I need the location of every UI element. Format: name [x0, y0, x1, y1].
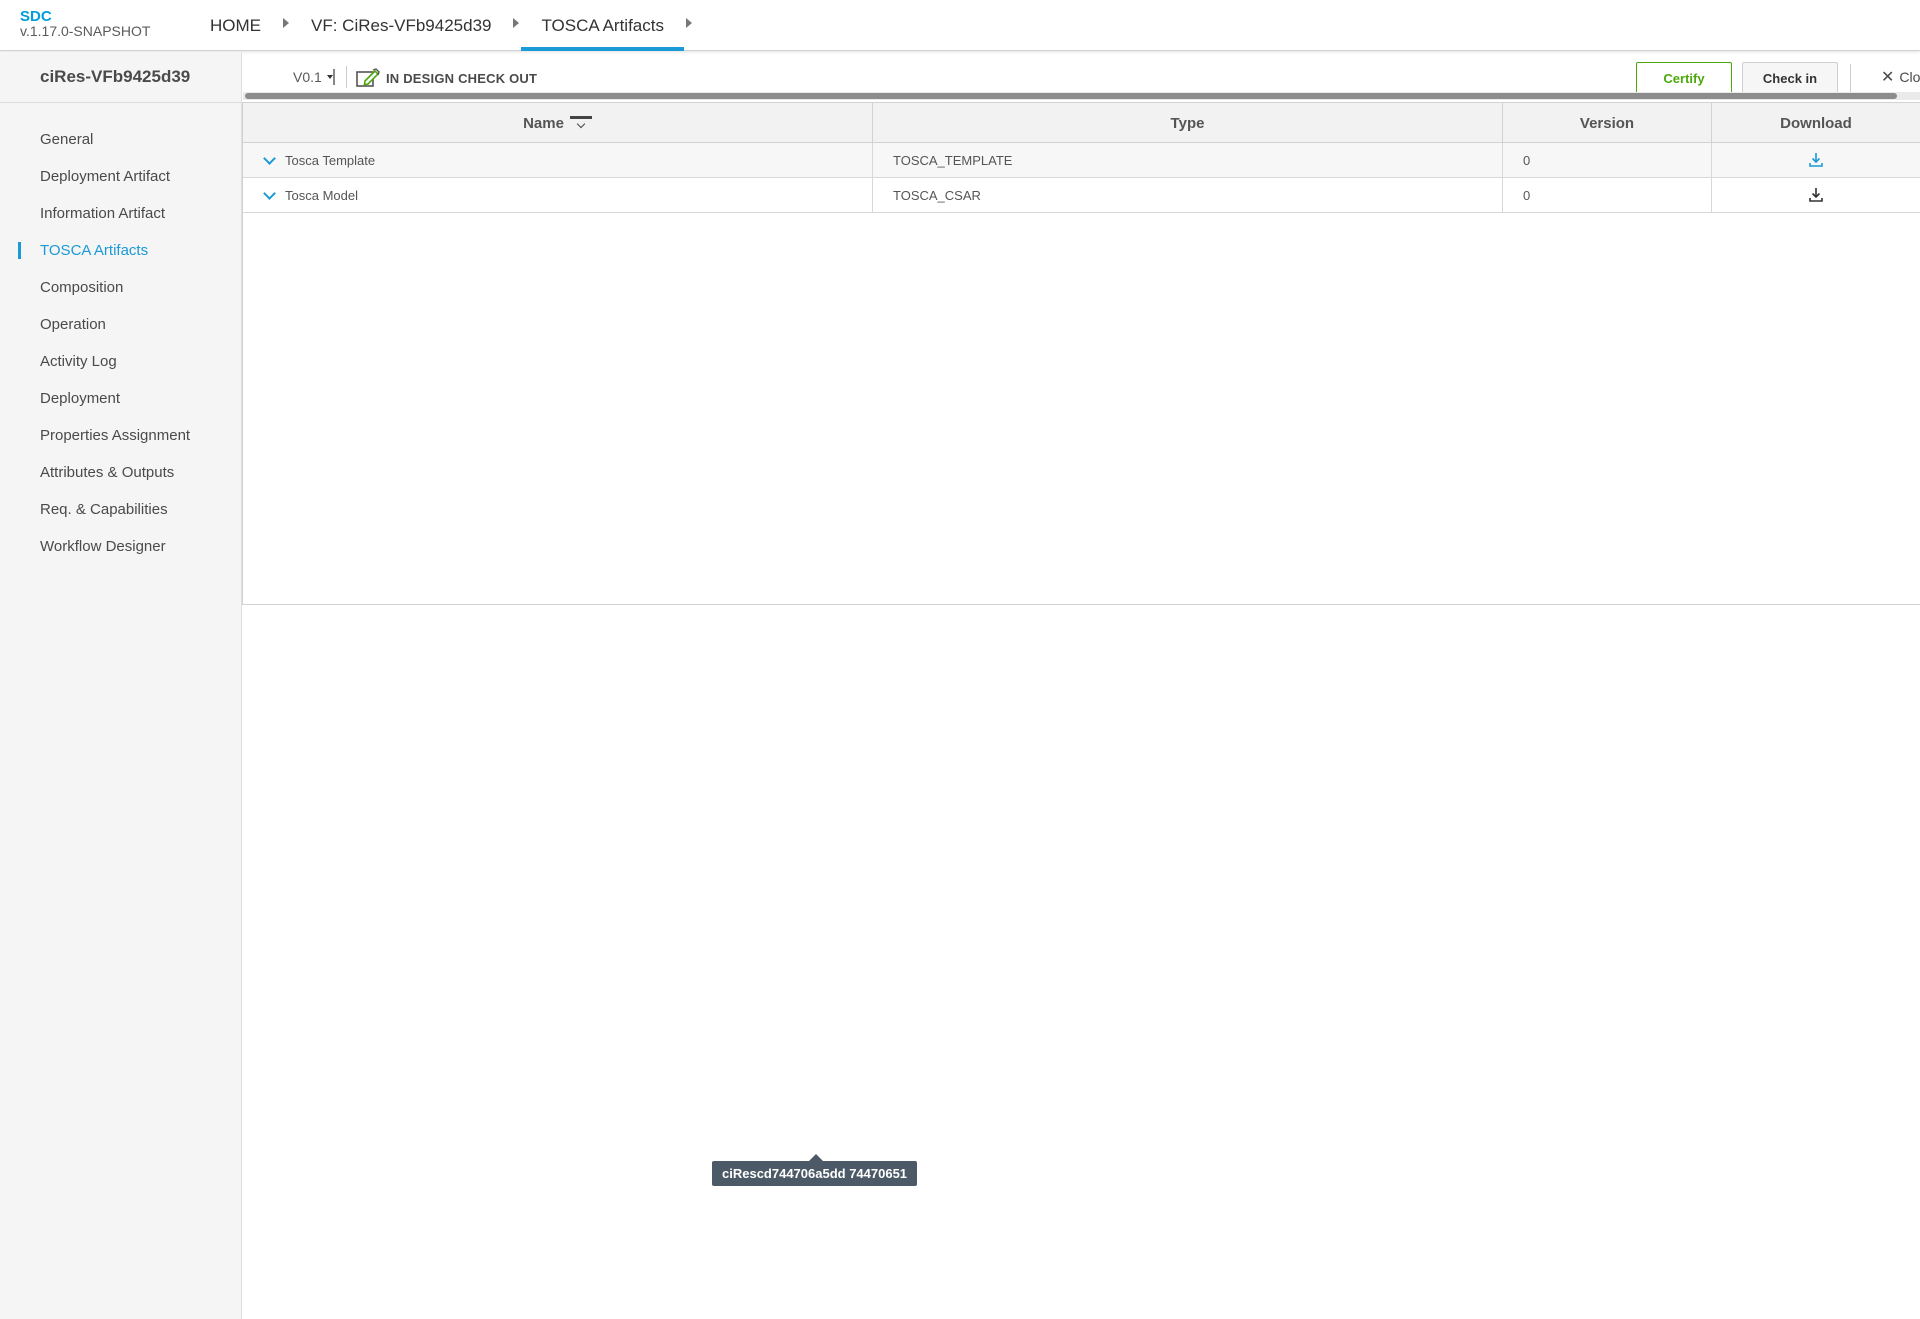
sidebar-menu: General Deployment Artifact Information … [0, 103, 241, 565]
sidebar-item-activity-log[interactable]: Activity Log [0, 343, 241, 380]
divider [346, 66, 347, 88]
sidebar-title: ciRes-VFb9425d39 [0, 52, 241, 103]
close-label: Clo [1899, 69, 1920, 85]
table-row: Tosca Model TOSCA_CSAR 0 [243, 178, 1920, 213]
cell-type: TOSCA_TEMPLATE [873, 143, 1503, 177]
breadcrumb-arrow-icon[interactable] [513, 17, 520, 28]
tosca-artifacts-table: Name Type Version Download Tosca Templat… [242, 102, 1920, 605]
table-header: Name Type Version Download [243, 103, 1920, 143]
lifecycle-status-text: IN DESIGN CHECK OUT [386, 70, 538, 86]
column-header-download: Download [1780, 114, 1852, 132]
sort-icon[interactable] [569, 116, 592, 130]
lifecycle-status: IN DESIGN CHECK OUT [356, 68, 537, 88]
sidebar-item-general[interactable]: General [0, 121, 241, 158]
app-name: SDC [20, 8, 52, 25]
certify-button[interactable]: Certify [1636, 62, 1732, 94]
tooltip: ciRescd744706a5dd 74470651 [712, 1154, 918, 1186]
sidebar: ciRes-VFb9425d39 General Deployment Arti… [0, 52, 242, 1319]
breadcrumb-arrow-icon[interactable] [686, 17, 692, 28]
chevron-down-icon[interactable] [326, 69, 335, 85]
column-header-version[interactable]: Version [1503, 103, 1712, 143]
cell-version: 0 [1503, 143, 1712, 177]
version-dropdown[interactable]: V0.1 [293, 69, 335, 85]
sidebar-item-operation[interactable]: Operation [0, 306, 241, 343]
close-button[interactable]: ✕ Clo [1881, 67, 1920, 87]
download-icon[interactable] [1808, 152, 1824, 168]
sidebar-item-information-artifact[interactable]: Information Artifact [0, 195, 241, 232]
expand-chevron-icon[interactable] [263, 189, 275, 201]
cell-name: Tosca Template [243, 143, 873, 177]
scrollbar-thumb[interactable] [245, 93, 1897, 99]
sidebar-item-deployment-artifact[interactable]: Deployment Artifact [0, 158, 241, 195]
app-version: v.1.17.0-SNAPSHOT [20, 23, 151, 39]
sidebar-item-deployment[interactable]: Deployment [0, 380, 241, 417]
sidebar-item-req-capabilities[interactable]: Req. & Capabilities [0, 491, 241, 528]
top-header: SDC v.1.17.0-SNAPSHOT HOME VF: CiRes-VFb… [0, 0, 1920, 51]
download-icon[interactable] [1808, 187, 1824, 203]
sidebar-item-composition[interactable]: Composition [0, 269, 241, 306]
artifact-name: Tosca Template [285, 152, 376, 168]
sidebar-item-tosca-artifacts[interactable]: TOSCA Artifacts [0, 232, 241, 269]
expand-chevron-icon[interactable] [263, 154, 275, 166]
cell-name: Tosca Model [243, 178, 873, 212]
column-header-name[interactable]: Name [243, 103, 873, 143]
checkout-edit-icon [356, 68, 380, 87]
breadcrumb-tosca-artifacts[interactable]: TOSCA Artifacts [521, 0, 684, 51]
breadcrumb-vf[interactable]: VF: CiRes-VFb9425d39 [291, 0, 511, 51]
sidebar-item-properties-assignment[interactable]: Properties Assignment [0, 417, 241, 454]
breadcrumb: HOME VF: CiRes-VFb9425d39 TOSCA Artifact… [190, 0, 694, 51]
cell-version: 0 [1503, 178, 1712, 212]
table-row: Tosca Template TOSCA_TEMPLATE 0 [243, 143, 1920, 178]
horizontal-scrollbar[interactable] [243, 92, 1920, 100]
cell-download [1712, 143, 1920, 177]
app-logo[interactable]: SDC v.1.17.0-SNAPSHOT [20, 9, 150, 39]
sidebar-item-workflow-designer[interactable]: Workflow Designer [0, 528, 241, 565]
divider [1850, 64, 1851, 92]
breadcrumb-arrow-icon[interactable] [283, 17, 289, 28]
cell-download [1712, 178, 1920, 212]
artifact-name: Tosca Model [285, 187, 358, 203]
check-in-button[interactable]: Check in [1742, 62, 1838, 94]
column-header-type[interactable]: Type [873, 103, 1503, 143]
column-header-label: Name [523, 114, 564, 132]
action-bar: V0.1 IN DESIGN CHECK OUT Certify Check i… [243, 52, 1920, 94]
breadcrumb-home[interactable]: HOME [190, 0, 281, 51]
close-icon: ✕ [1881, 69, 1895, 86]
cell-type: TOSCA_CSAR [873, 178, 1503, 212]
version-value: V0.1 [293, 69, 322, 85]
sidebar-item-attributes-outputs[interactable]: Attributes & Outputs [0, 454, 241, 491]
